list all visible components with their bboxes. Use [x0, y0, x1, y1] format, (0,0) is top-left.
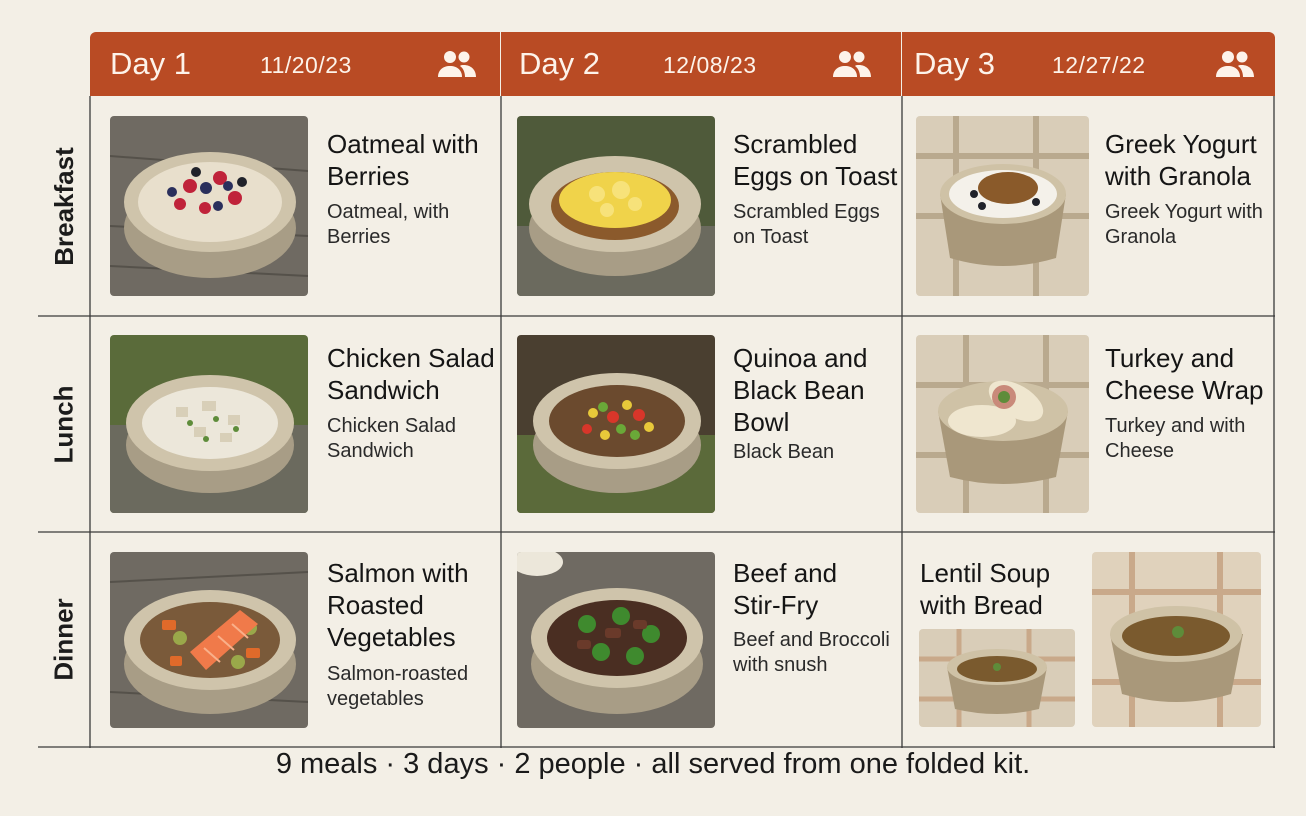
dish-description: Oatmeal, with Berries: [327, 201, 450, 248]
day-date: 11/20/23: [260, 52, 352, 78]
people-icon: [1216, 51, 1254, 77]
dish-title: Quinoa and Black Bean Bowl: [733, 343, 868, 437]
dish-title: Greek Yogurt with Granola: [1105, 129, 1257, 191]
dish-title: Lentil Soup with Bread: [920, 558, 1051, 620]
greek-yogurt-photo: [916, 116, 1089, 296]
dish-description: Beef and Broccoli with snush: [733, 629, 890, 676]
dish-title: Oatmeal with Berries: [327, 129, 479, 191]
dish-title: Chicken Salad Sandwich: [327, 343, 495, 405]
dish-description: Scrambled Eggs on Toast: [733, 201, 880, 248]
people-icon: [438, 51, 476, 77]
lentil-soup-large-photo: [1092, 552, 1261, 727]
summary-footer: 9 meals · 3 days · 2 people · all served…: [275, 748, 1031, 780]
chicken-salad-photo: [110, 335, 308, 513]
dish-title: Turkey and Cheese Wrap: [1105, 343, 1264, 405]
dish-description: Chicken Salad Sandwich: [327, 415, 456, 462]
day-label: Day 3: [914, 46, 995, 81]
day-2-header: Day 2 12/08/23: [501, 32, 901, 96]
dish-title: Salmon with Roasted Vegetables: [327, 558, 469, 652]
dish-description: Greek Yogurt with Granola: [1105, 201, 1263, 248]
row-label-breakfast: Breakfast: [48, 146, 79, 266]
day-date: 12/08/23: [663, 52, 757, 78]
people-icon: [833, 51, 871, 77]
dish-description: Black Bean: [733, 441, 835, 463]
dish-description: Salmon-roasted vegetables: [327, 663, 469, 710]
oatmeal-photo: [110, 116, 308, 296]
dish-title: Beef and Stir-Fry: [733, 558, 838, 620]
quinoa-bowl-photo: [517, 335, 715, 513]
day-3-header: Day 3 12/27/22: [902, 32, 1275, 96]
day-date: 12/27/22: [1052, 52, 1146, 78]
turkey-wrap-photo: [916, 335, 1089, 513]
meal-plan-board: Day 1 11/20/23 Day 2 12/08/23 Day 3 12/2…: [38, 32, 1275, 748]
scrambled-eggs-photo: [517, 116, 715, 296]
row-label-lunch: Lunch: [48, 385, 79, 463]
lentil-soup-small-photo: [919, 629, 1075, 727]
dish-description: Turkey and with Cheese: [1105, 415, 1246, 462]
salmon-photo: [110, 552, 308, 728]
day-label: Day 2: [519, 46, 600, 81]
row-label-dinner: Dinner: [48, 598, 79, 681]
beef-stir-fry-photo: [517, 552, 715, 728]
day-label: Day 1: [110, 46, 191, 81]
day-1-header: Day 1 11/20/23: [90, 32, 500, 96]
dish-title: Scrambled Eggs on Toast: [733, 129, 898, 191]
